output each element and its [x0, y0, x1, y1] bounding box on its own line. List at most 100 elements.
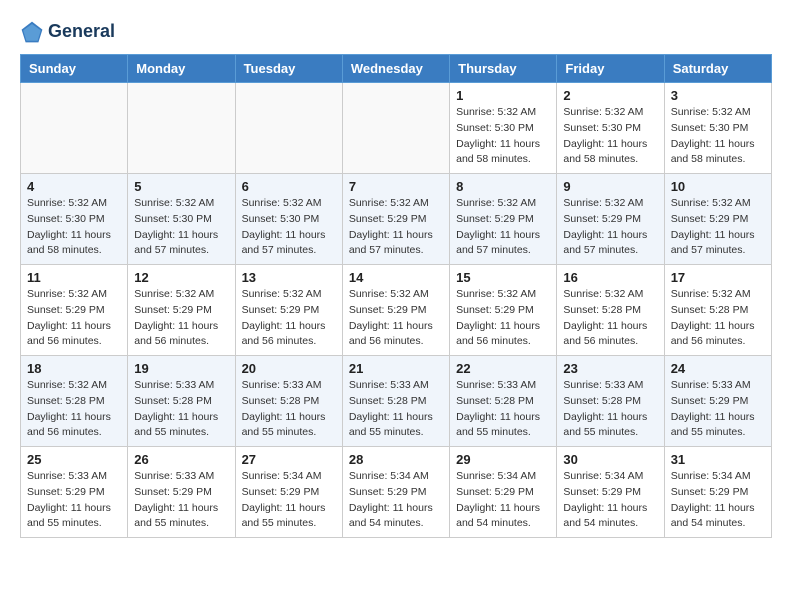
calendar-cell — [342, 83, 449, 174]
calendar-cell: 7 Sunrise: 5:32 AM Sunset: 5:29 PM Daylig… — [342, 174, 449, 265]
day-info: Sunrise: 5:32 AM Sunset: 5:28 PM Dayligh… — [27, 378, 121, 441]
logo: General — [20, 20, 115, 44]
day-number: 27 — [242, 452, 336, 467]
weekday-header-saturday: Saturday — [664, 55, 771, 83]
logo-icon — [20, 20, 44, 44]
day-number: 13 — [242, 270, 336, 285]
day-number: 3 — [671, 88, 765, 103]
day-number: 1 — [456, 88, 550, 103]
calendar-cell — [21, 83, 128, 174]
day-number: 22 — [456, 361, 550, 376]
calendar-cell: 21 Sunrise: 5:33 AM Sunset: 5:28 PM Dayli… — [342, 356, 449, 447]
day-info: Sunrise: 5:32 AM Sunset: 5:30 PM Dayligh… — [242, 196, 336, 259]
day-number: 30 — [563, 452, 657, 467]
day-number: 4 — [27, 179, 121, 194]
day-info: Sunrise: 5:32 AM Sunset: 5:29 PM Dayligh… — [563, 196, 657, 259]
calendar-cell: 10 Sunrise: 5:32 AM Sunset: 5:29 PM Dayli… — [664, 174, 771, 265]
day-number: 10 — [671, 179, 765, 194]
day-number: 28 — [349, 452, 443, 467]
weekday-header-friday: Friday — [557, 55, 664, 83]
day-info: Sunrise: 5:34 AM Sunset: 5:29 PM Dayligh… — [563, 469, 657, 532]
day-number: 24 — [671, 361, 765, 376]
day-number: 9 — [563, 179, 657, 194]
calendar-cell: 29Sunrise: 5:34 AM Sunset: 5:29 PM Dayli… — [450, 447, 557, 538]
day-info: Sunrise: 5:32 AM Sunset: 5:29 PM Dayligh… — [456, 287, 550, 350]
calendar-cell — [235, 83, 342, 174]
calendar-table: SundayMondayTuesdayWednesdayThursdayFrid… — [20, 54, 772, 538]
day-number: 7 — [349, 179, 443, 194]
day-info: Sunrise: 5:32 AM Sunset: 5:28 PM Dayligh… — [563, 287, 657, 350]
calendar-cell: 4 Sunrise: 5:32 AM Sunset: 5:30 PM Daylig… — [21, 174, 128, 265]
day-info: Sunrise: 5:33 AM Sunset: 5:29 PM Dayligh… — [27, 469, 121, 532]
calendar-cell: 27 Sunrise: 5:34 AM Sunset: 5:29 PM Dayli… — [235, 447, 342, 538]
weekday-header-thursday: Thursday — [450, 55, 557, 83]
calendar-cell: 15 Sunrise: 5:32 AM Sunset: 5:29 PM Dayli… — [450, 265, 557, 356]
calendar-cell: 25 Sunrise: 5:33 AM Sunset: 5:29 PM Dayli… — [21, 447, 128, 538]
day-info: Sunrise: 5:32 AM Sunset: 5:30 PM Dayligh… — [671, 105, 765, 168]
calendar-cell: 11Sunrise: 5:32 AM Sunset: 5:29 PM Dayli… — [21, 265, 128, 356]
calendar-cell: 13 Sunrise: 5:32 AM Sunset: 5:29 PM Dayli… — [235, 265, 342, 356]
day-info: Sunrise: 5:33 AM Sunset: 5:28 PM Dayligh… — [134, 378, 228, 441]
day-number: 17 — [671, 270, 765, 285]
calendar-cell: 26 Sunrise: 5:33 AM Sunset: 5:29 PM Dayli… — [128, 447, 235, 538]
day-number: 26 — [134, 452, 228, 467]
calendar-cell: 20Sunrise: 5:33 AM Sunset: 5:28 PM Dayli… — [235, 356, 342, 447]
day-number: 23 — [563, 361, 657, 376]
day-number: 16 — [563, 270, 657, 285]
day-number: 8 — [456, 179, 550, 194]
day-info: Sunrise: 5:32 AM Sunset: 5:30 PM Dayligh… — [456, 105, 550, 168]
day-number: 14 — [349, 270, 443, 285]
calendar-cell: 16 Sunrise: 5:32 AM Sunset: 5:28 PM Dayli… — [557, 265, 664, 356]
day-number: 6 — [242, 179, 336, 194]
day-info: Sunrise: 5:32 AM Sunset: 5:29 PM Dayligh… — [349, 196, 443, 259]
calendar-cell: 31 Sunrise: 5:34 AM Sunset: 5:29 PM Dayli… — [664, 447, 771, 538]
calendar-week-row: 25 Sunrise: 5:33 AM Sunset: 5:29 PM Dayli… — [21, 447, 772, 538]
day-info: Sunrise: 5:34 AM Sunset: 5:29 PM Dayligh… — [349, 469, 443, 532]
day-number: 2 — [563, 88, 657, 103]
calendar-header-row: SundayMondayTuesdayWednesdayThursdayFrid… — [21, 55, 772, 83]
calendar-cell: 12Sunrise: 5:32 AM Sunset: 5:29 PM Dayli… — [128, 265, 235, 356]
calendar-cell: 18Sunrise: 5:32 AM Sunset: 5:28 PM Dayli… — [21, 356, 128, 447]
day-number: 15 — [456, 270, 550, 285]
day-number: 31 — [671, 452, 765, 467]
calendar-cell: 19 Sunrise: 5:33 AM Sunset: 5:28 PM Dayli… — [128, 356, 235, 447]
logo-text: General — [48, 22, 115, 42]
calendar-cell: 2 Sunrise: 5:32 AM Sunset: 5:30 PM Daylig… — [557, 83, 664, 174]
calendar-cell: 14 Sunrise: 5:32 AM Sunset: 5:29 PM Dayli… — [342, 265, 449, 356]
day-number: 12 — [134, 270, 228, 285]
day-info: Sunrise: 5:33 AM Sunset: 5:28 PM Dayligh… — [242, 378, 336, 441]
day-info: Sunrise: 5:32 AM Sunset: 5:29 PM Dayligh… — [456, 196, 550, 259]
calendar-cell: 24 Sunrise: 5:33 AM Sunset: 5:29 PM Dayli… — [664, 356, 771, 447]
day-info: Sunrise: 5:32 AM Sunset: 5:29 PM Dayligh… — [242, 287, 336, 350]
page-header: General — [20, 20, 772, 44]
day-info: Sunrise: 5:34 AM Sunset: 5:29 PM Dayligh… — [242, 469, 336, 532]
day-info: Sunrise: 5:32 AM Sunset: 5:29 PM Dayligh… — [671, 196, 765, 259]
calendar-week-row: 4 Sunrise: 5:32 AM Sunset: 5:30 PM Daylig… — [21, 174, 772, 265]
calendar-cell: 30 Sunrise: 5:34 AM Sunset: 5:29 PM Dayli… — [557, 447, 664, 538]
day-info: Sunrise: 5:32 AM Sunset: 5:30 PM Dayligh… — [27, 196, 121, 259]
day-info: Sunrise: 5:33 AM Sunset: 5:28 PM Dayligh… — [456, 378, 550, 441]
calendar-cell: 23 Sunrise: 5:33 AM Sunset: 5:28 PM Dayli… — [557, 356, 664, 447]
day-info: Sunrise: 5:32 AM Sunset: 5:30 PM Dayligh… — [134, 196, 228, 259]
day-info: Sunrise: 5:33 AM Sunset: 5:29 PM Dayligh… — [134, 469, 228, 532]
day-number: 25 — [27, 452, 121, 467]
day-number: 11 — [27, 270, 121, 285]
day-number: 19 — [134, 361, 228, 376]
day-info: Sunrise: 5:33 AM Sunset: 5:28 PM Dayligh… — [563, 378, 657, 441]
day-info: Sunrise: 5:34 AM Sunset: 5:29 PM Dayligh… — [456, 469, 550, 532]
calendar-cell: 8 Sunrise: 5:32 AM Sunset: 5:29 PM Daylig… — [450, 174, 557, 265]
calendar-cell: 28 Sunrise: 5:34 AM Sunset: 5:29 PM Dayli… — [342, 447, 449, 538]
day-info: Sunrise: 5:32 AM Sunset: 5:30 PM Dayligh… — [563, 105, 657, 168]
weekday-header-tuesday: Tuesday — [235, 55, 342, 83]
day-info: Sunrise: 5:32 AM Sunset: 5:28 PM Dayligh… — [671, 287, 765, 350]
day-info: Sunrise: 5:32 AM Sunset: 5:29 PM Dayligh… — [349, 287, 443, 350]
day-info: Sunrise: 5:34 AM Sunset: 5:29 PM Dayligh… — [671, 469, 765, 532]
day-number: 21 — [349, 361, 443, 376]
day-info: Sunrise: 5:33 AM Sunset: 5:28 PM Dayligh… — [349, 378, 443, 441]
calendar-cell — [128, 83, 235, 174]
calendar-cell: 6 Sunrise: 5:32 AM Sunset: 5:30 PM Daylig… — [235, 174, 342, 265]
calendar-week-row: 18Sunrise: 5:32 AM Sunset: 5:28 PM Dayli… — [21, 356, 772, 447]
calendar-cell: 3 Sunrise: 5:32 AM Sunset: 5:30 PM Daylig… — [664, 83, 771, 174]
weekday-header-monday: Monday — [128, 55, 235, 83]
day-info: Sunrise: 5:33 AM Sunset: 5:29 PM Dayligh… — [671, 378, 765, 441]
